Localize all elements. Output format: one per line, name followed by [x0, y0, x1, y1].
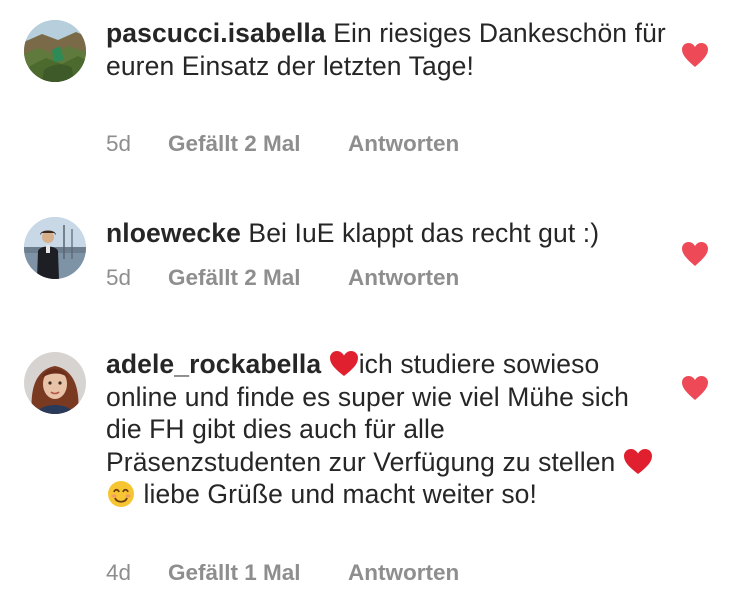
avatar[interactable]	[24, 217, 86, 279]
red-heart-emoji-icon	[329, 350, 359, 378]
avatar[interactable]	[24, 20, 86, 82]
avatar[interactable]	[24, 352, 86, 414]
username-link[interactable]: nloewecke	[106, 218, 241, 248]
red-heart-emoji-icon	[623, 448, 653, 476]
comment-age: 5d	[106, 131, 132, 156]
comment-meta: 4d Gefällt 1 Mal Antworten	[106, 560, 459, 586]
likes-count-link[interactable]: Gefällt 2 Mal	[168, 265, 348, 291]
comment-text: nloewecke Bei IuE klappt das recht gut :…	[106, 217, 666, 250]
smiling-face-emoji-icon	[106, 480, 136, 508]
username-link[interactable]: adele_rockabella	[106, 349, 321, 379]
likes-count-link[interactable]: Gefällt 2 Mal	[168, 131, 348, 157]
comment-age: 5d	[106, 265, 132, 290]
likes-count-link[interactable]: Gefällt 1 Mal	[168, 560, 348, 586]
comment-text: pascucci.isabella Ein riesiges Dankeschö…	[106, 17, 666, 82]
comment-age: 4d	[106, 560, 132, 585]
heart-icon[interactable]	[681, 241, 709, 267]
reply-button[interactable]: Antworten	[348, 560, 459, 586]
comment-body: Bei IuE klappt das recht gut :)	[248, 218, 600, 248]
comment-meta: 5d Gefällt 2 Mal Antworten	[106, 131, 459, 157]
comment-body: liebe Grüße und macht weiter so!	[143, 479, 537, 509]
username-link[interactable]: pascucci.isabella	[106, 18, 326, 48]
reply-button[interactable]: Antworten	[348, 265, 459, 291]
reply-button[interactable]: Antworten	[348, 131, 459, 157]
comment-meta: 5d Gefällt 2 Mal Antworten	[106, 265, 459, 291]
heart-icon[interactable]	[681, 42, 709, 68]
comment-text: adele_rockabella ich studiere sowieso on…	[106, 348, 666, 511]
heart-icon[interactable]	[681, 375, 709, 401]
